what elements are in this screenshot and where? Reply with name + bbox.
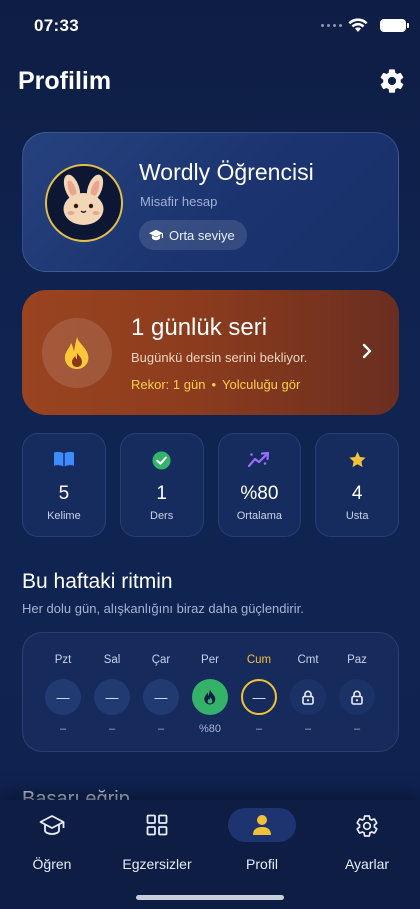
profile-screen: 07:33 Profilim Wordly Öğrencisi Misafir … bbox=[0, 0, 420, 909]
wifi-icon bbox=[348, 18, 368, 32]
level-badge: Orta seviye bbox=[139, 220, 247, 250]
stat-label: Kelime bbox=[47, 510, 81, 522]
day-bubble: — bbox=[94, 679, 130, 715]
stat-label: Usta bbox=[345, 510, 369, 522]
day-bubble-done bbox=[192, 679, 228, 715]
day-tuesday[interactable]: Sal — – bbox=[92, 633, 132, 753]
battery-icon bbox=[380, 19, 409, 32]
stat-label: Ortalama bbox=[236, 510, 282, 522]
person-icon bbox=[253, 815, 271, 835]
signal-dots-icon bbox=[321, 24, 342, 27]
day-value: – bbox=[353, 723, 361, 735]
tab-profile[interactable]: Profil bbox=[212, 808, 312, 878]
tab-label: Egzersizler bbox=[122, 856, 192, 872]
streak-title: 1 günlük seri bbox=[131, 314, 268, 341]
book-icon bbox=[53, 451, 74, 467]
graduation-cap-icon bbox=[39, 815, 65, 835]
tab-settings[interactable]: Ayarlar bbox=[317, 808, 417, 878]
streak-meta: Rekor: 1 gün • Yolculuğu gör bbox=[131, 377, 300, 392]
graduation-cap-icon bbox=[149, 229, 163, 241]
tab-label: Ayarlar bbox=[344, 856, 390, 872]
star-icon bbox=[349, 451, 366, 468]
day-monday[interactable]: Pzt — – bbox=[43, 633, 83, 753]
check-icon bbox=[152, 451, 171, 470]
stats-row: 5 Kelime 1 Ders %80 Ortalama 4 Usta bbox=[22, 433, 399, 537]
streak-card[interactable]: 1 günlük seri Bugünkü dersin serini bekl… bbox=[22, 290, 399, 415]
lock-icon bbox=[302, 690, 314, 705]
page-title: Profilim bbox=[18, 67, 112, 95]
day-wednesday[interactable]: Çar — – bbox=[141, 633, 181, 753]
meta-separator: • bbox=[211, 377, 216, 392]
flame-icon bbox=[64, 337, 89, 369]
chevron-right-icon[interactable] bbox=[361, 342, 373, 360]
stat-value: 5 bbox=[58, 483, 70, 504]
gear-icon bbox=[356, 815, 378, 837]
grid-icon bbox=[146, 814, 168, 836]
stat-value: 1 bbox=[156, 483, 167, 504]
status-bar: 07:33 bbox=[0, 0, 420, 50]
streak-subtitle: Bugünkü dersin serini bekliyor. bbox=[131, 350, 308, 365]
profile-card: Wordly Öğrencisi Misafir hesap Orta sevi… bbox=[22, 132, 399, 272]
day-bubble: — bbox=[143, 679, 179, 715]
streak-record: Rekor: 1 gün bbox=[131, 377, 206, 392]
day-sunday[interactable]: Paz – bbox=[337, 633, 377, 753]
flame-badge bbox=[42, 318, 112, 388]
tab-exercises[interactable]: Egzersizler bbox=[107, 808, 207, 878]
day-bubble-locked bbox=[290, 679, 326, 715]
day-bubble-locked bbox=[339, 679, 375, 715]
stat-words[interactable]: 5 Kelime bbox=[22, 433, 106, 537]
day-bubble-today: — bbox=[241, 679, 277, 715]
status-time: 07:33 bbox=[34, 16, 79, 35]
avatar bbox=[45, 164, 123, 242]
profile-name: Wordly Öğrencisi bbox=[139, 159, 314, 185]
stat-value: %80 bbox=[240, 483, 279, 504]
gear-icon[interactable] bbox=[378, 67, 406, 95]
stat-value: 4 bbox=[351, 483, 363, 504]
day-saturday[interactable]: Cmt – bbox=[288, 633, 328, 753]
week-card: Pzt — – Sal — – Çar — – Per %80 Cum — – … bbox=[22, 632, 399, 752]
account-type: Misafir hesap bbox=[140, 194, 218, 209]
home-indicator bbox=[136, 895, 284, 900]
day-thursday[interactable]: Per %80 bbox=[190, 633, 230, 753]
week-section-title: Bu haftaki ritmin bbox=[22, 570, 173, 593]
stat-lessons[interactable]: 1 Ders bbox=[119, 433, 204, 537]
tab-label: Profil bbox=[246, 856, 278, 872]
week-section-subtitle: Her dolu gün, alışkanlığını biraz daha g… bbox=[22, 601, 304, 616]
tab-learn[interactable]: Öğren bbox=[2, 808, 102, 878]
day-bubble: — bbox=[45, 679, 81, 715]
trend-icon bbox=[248, 451, 270, 467]
stat-mastered[interactable]: 4 Usta bbox=[315, 433, 399, 537]
tab-bar: Öğren Egzersizler Profil Ayarlar bbox=[0, 800, 420, 909]
stat-average[interactable]: %80 Ortalama bbox=[217, 433, 302, 537]
flame-icon bbox=[204, 689, 216, 705]
tab-label: Öğren bbox=[32, 856, 72, 872]
bunny-avatar-icon bbox=[63, 174, 104, 225]
level-label: Orta seviye bbox=[169, 227, 235, 243]
lock-icon bbox=[351, 690, 363, 705]
day-name: Paz bbox=[347, 654, 367, 666]
stat-label: Ders bbox=[150, 510, 174, 522]
journey-link[interactable]: Yolculuğu gör bbox=[222, 377, 300, 392]
day-friday[interactable]: Cum — – bbox=[239, 633, 279, 753]
